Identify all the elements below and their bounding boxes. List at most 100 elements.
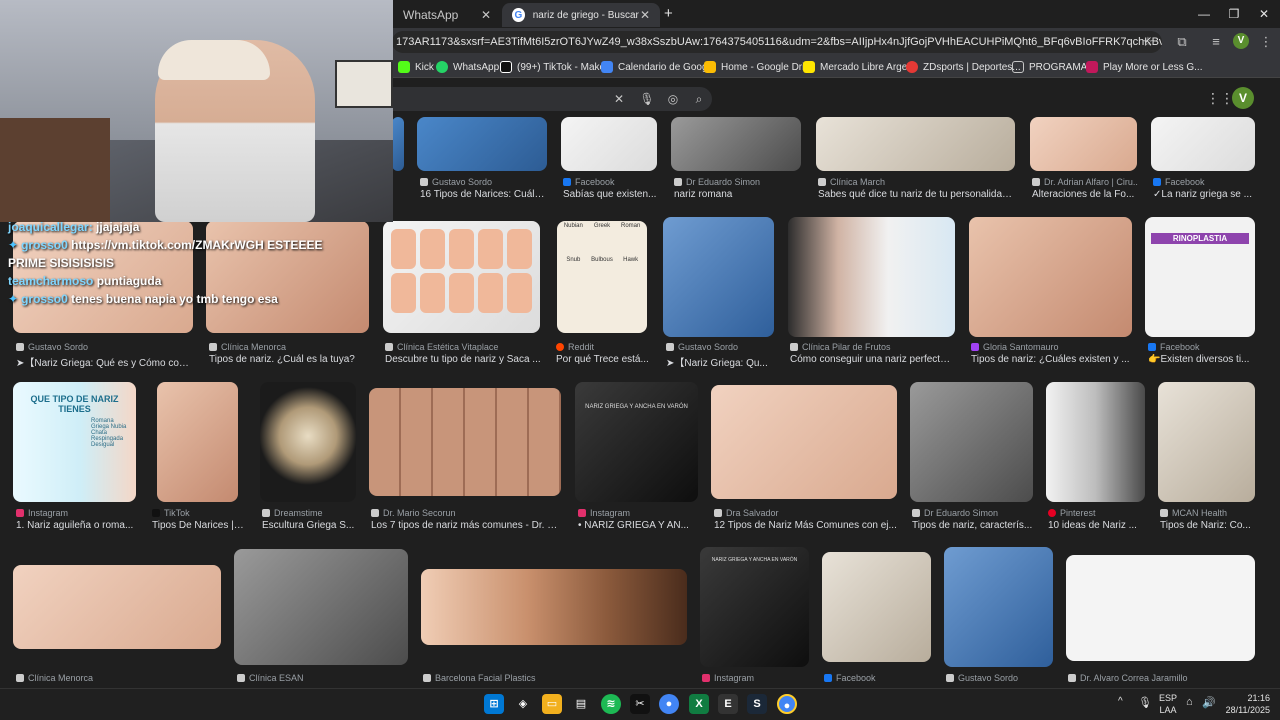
store-icon[interactable]: ▤ [571, 694, 591, 714]
result-source[interactable]: Dra Salvador [714, 508, 898, 518]
tab-whatsapp[interactable]: WhatsApp ✕ [393, 3, 501, 27]
result-image[interactable] [13, 565, 221, 649]
bookmark-item[interactable]: ZDsports | Deportes... [906, 59, 1021, 75]
result-image[interactable] [1151, 117, 1255, 171]
result-source[interactable]: Barcelona Facial Plastics [423, 673, 683, 683]
result-caption[interactable]: 16 Tipos de Narices: Cuále... [420, 189, 548, 200]
result-image[interactable] [969, 217, 1132, 337]
lens-icon[interactable]: ◎ [664, 90, 682, 108]
result-source[interactable]: Clínica March [818, 177, 1014, 187]
result-source[interactable]: Gloria Santomauro [971, 342, 1131, 352]
result-image[interactable] [392, 117, 404, 171]
capcut-icon[interactable]: ✂ [630, 694, 650, 714]
result-image[interactable] [663, 217, 774, 337]
chrome-icon[interactable]: ● [659, 694, 679, 714]
result-caption[interactable]: Alteraciones de la Fo... [1032, 189, 1138, 200]
profile-avatar[interactable]: V [1233, 33, 1249, 49]
bookmark-item[interactable]: (99+) TikTok - Make... [500, 59, 613, 75]
result-caption[interactable]: Tipos de nariz, caracterís... [912, 520, 1034, 531]
result-image[interactable] [369, 388, 561, 496]
result-caption[interactable]: Descubre tu tipo de nariz y Saca ... [385, 354, 545, 365]
result-caption[interactable]: Los 7 tipos de nariz más comunes - Dr. S… [371, 520, 561, 531]
result-image[interactable] [944, 547, 1053, 667]
close-icon[interactable]: ✕ [640, 8, 650, 22]
bookmark-folder[interactable]: PROGRAMAS [1012, 59, 1094, 75]
result-image[interactable] [421, 569, 687, 645]
minimize-icon[interactable]: — [1188, 4, 1220, 24]
file-explorer-icon[interactable]: ▭ [542, 694, 562, 714]
result-caption[interactable]: ➤【Nariz Griega: Qu... [666, 354, 774, 369]
result-source[interactable]: Dr. Adrian Alfaro | Ciru... [1032, 177, 1138, 187]
result-caption[interactable]: • NARIZ GRIEGA Y AN... [578, 520, 698, 531]
result-image[interactable] [1030, 117, 1137, 171]
search-icon[interactable]: ⌕ [690, 90, 708, 108]
result-source[interactable]: Reddit [556, 342, 651, 352]
excel-icon[interactable]: X [689, 694, 709, 714]
result-image[interactable]: NARIZ GRIEGA Y ANCHA EN VARÓN [700, 547, 809, 667]
close-icon[interactable]: ✕ [481, 8, 491, 22]
result-image[interactable] [157, 382, 238, 502]
clock[interactable]: 21:16 28/11/2025 [1220, 692, 1270, 716]
result-source[interactable]: Instagram [578, 508, 698, 518]
restore-icon[interactable]: ❐ [1218, 4, 1250, 24]
media-icon[interactable]: ≡ [1206, 32, 1226, 52]
result-source[interactable]: Dr. Mario Secorun [371, 508, 561, 518]
result-caption[interactable]: 12 Tipos de Nariz Más Comunes con ej... [714, 520, 898, 531]
result-source[interactable]: Clínica Menorca [209, 342, 369, 352]
copilot-icon[interactable]: ◈ [513, 694, 533, 714]
result-image[interactable] [1158, 382, 1255, 502]
spotify-icon[interactable]: ≋ [601, 694, 621, 714]
result-image[interactable] [260, 382, 356, 502]
result-source[interactable]: Dr Eduardo Simon [912, 508, 1034, 518]
close-window-icon[interactable]: ✕ [1248, 4, 1280, 24]
result-source[interactable]: Instagram [702, 673, 810, 683]
account-avatar[interactable]: V [1232, 87, 1254, 109]
result-source[interactable]: Facebook [1153, 177, 1255, 187]
result-source[interactable]: Gustavo Sordo [16, 342, 191, 352]
chrome-active-icon[interactable]: ● [777, 694, 797, 714]
result-caption[interactable]: Cómo conseguir una nariz perfecta ... [790, 354, 955, 365]
result-image[interactable] [788, 217, 955, 337]
result-source[interactable]: Clínica Estética Vitaplace [385, 342, 545, 352]
address-bar[interactable]: 173AR1173&sxsrf=AE3TifMt6I5zrOT6JYwZ49_w… [392, 31, 1162, 53]
menu-icon[interactable]: ⋮ [1256, 32, 1276, 52]
result-caption[interactable]: Tipos de nariz. ¿Cuál es la tuya? [209, 354, 369, 365]
new-tab-icon[interactable]: + [664, 5, 678, 23]
result-source[interactable]: Clínica Menorca [16, 673, 216, 683]
result-caption[interactable]: Tipos de nariz: ¿Cuáles existen y ... [971, 354, 1131, 365]
result-source[interactable]: Facebook [1148, 342, 1254, 352]
result-caption[interactable]: ✓La nariz griega se ... [1153, 189, 1255, 200]
result-image[interactable]: QUE TIPO DE NARIZ TIENES Romana Griega N… [13, 382, 136, 502]
bookmark-item[interactable]: Calendario de Goog... [601, 59, 716, 75]
result-image[interactable] [234, 549, 408, 665]
result-source[interactable]: Clínica Pilar de Frutos [790, 342, 955, 352]
language-indicator[interactable]: ESP LAA [1158, 692, 1178, 716]
result-image[interactable] [816, 117, 1015, 171]
result-source[interactable]: Facebook [563, 177, 658, 187]
result-caption[interactable]: Sabías que existen... [563, 189, 658, 200]
result-source[interactable]: MCAN Health [1160, 508, 1256, 518]
result-image[interactable]: Nubian Greek Roman Snub Bulbous Hawk [557, 221, 647, 333]
result-source[interactable]: Instagram [16, 508, 136, 518]
result-image[interactable] [711, 385, 897, 499]
result-caption[interactable]: Tipos De Narices | ... [152, 520, 244, 531]
network-icon[interactable]: ⌂ [1186, 696, 1193, 708]
mic-tray-icon[interactable]: 🎙 [1138, 696, 1152, 709]
result-caption[interactable]: Sabes qué dice tu nariz de tu personalid… [818, 189, 1014, 200]
result-source[interactable]: Facebook [824, 673, 932, 683]
result-caption[interactable]: Tipos de Nariz: Co... [1160, 520, 1256, 531]
result-image[interactable] [417, 117, 547, 171]
result-caption[interactable]: Escultura Griega S... [262, 520, 357, 531]
result-caption[interactable]: Por qué Trece está... [556, 354, 651, 365]
result-image[interactable]: NARIZ GRIEGA Y ANCHA EN VARÓN [575, 382, 698, 502]
tray-chevron-icon[interactable]: ^ [1118, 696, 1123, 707]
result-source[interactable]: Dr Eduardo Simon [674, 177, 799, 187]
result-source[interactable]: Gustavo Sordo [946, 673, 1054, 683]
result-image[interactable] [561, 117, 657, 171]
result-caption[interactable]: 👉Existen diversos ti... [1148, 354, 1254, 365]
result-caption[interactable]: ➤【Nariz Griega: Qué es y Cómo corr... [16, 354, 191, 369]
bookmark-item[interactable]: Kick [398, 59, 434, 75]
result-image[interactable]: RINOPLASTIA [1145, 217, 1255, 337]
result-source[interactable]: Dreamstime [262, 508, 357, 518]
result-caption[interactable]: 10 ideas de Nariz ... [1048, 520, 1146, 531]
